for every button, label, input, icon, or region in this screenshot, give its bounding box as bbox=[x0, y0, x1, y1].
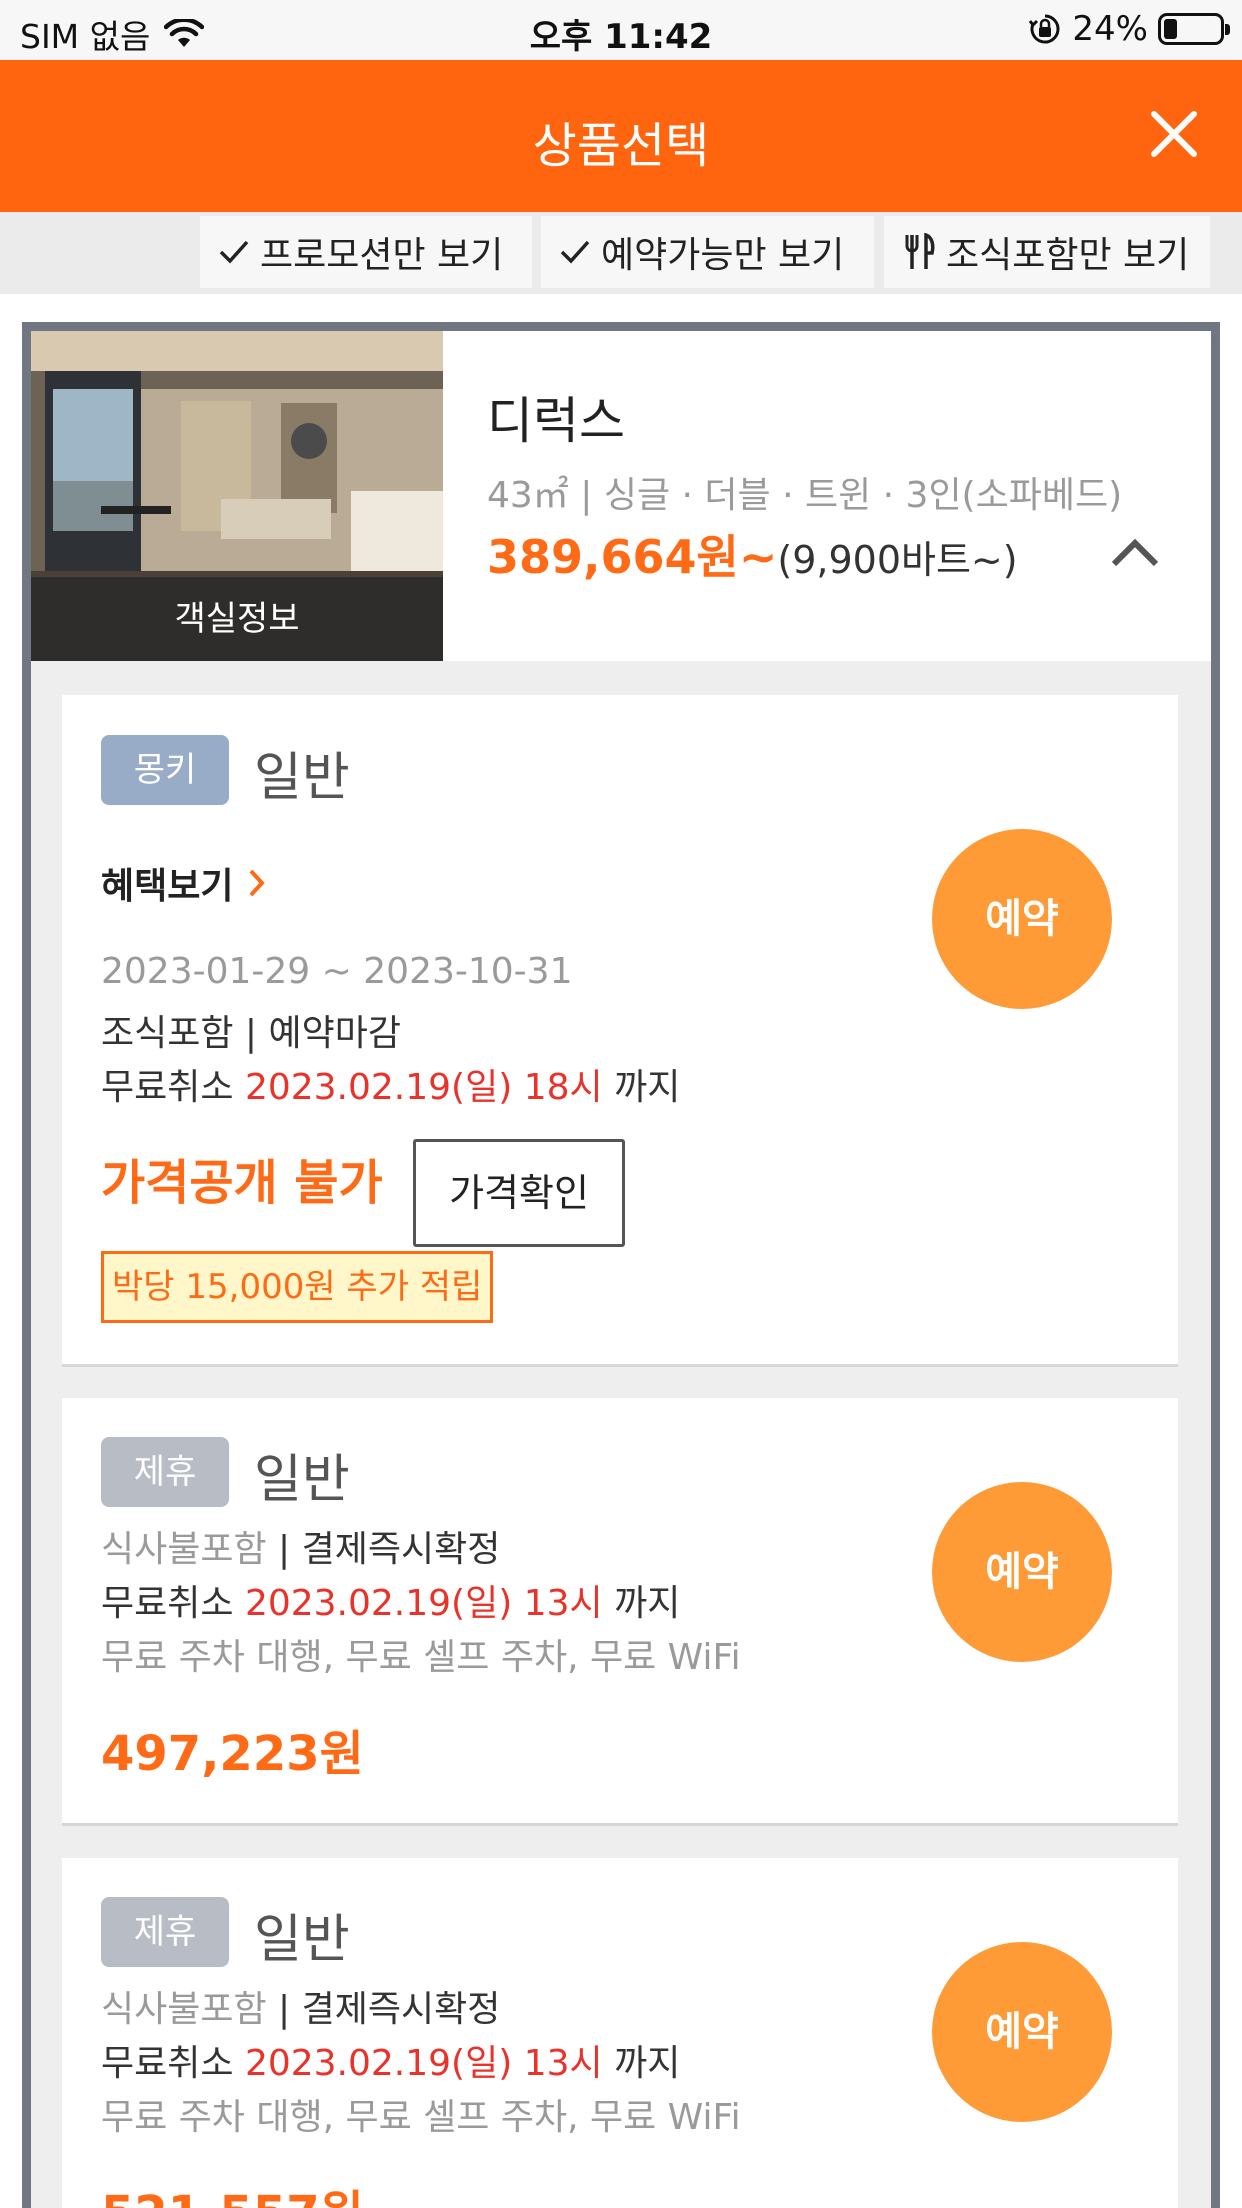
check-icon bbox=[219, 240, 249, 264]
benefit-link[interactable]: 혜택보기 bbox=[101, 857, 267, 909]
room-summary[interactable]: 객실정보 디럭스 43㎡ | 싱글 · 더블 · 트윈 · 3인(소파베드) 3… bbox=[31, 331, 1211, 661]
cancel-date: 2023.02.19(일) 13시 bbox=[244, 2043, 603, 2084]
filter-available-only[interactable]: 예약가능만 보기 bbox=[541, 216, 874, 288]
cancel-suffix: 까지 bbox=[602, 2043, 681, 2084]
offer-badge: 몽키 bbox=[101, 735, 229, 805]
cancel-suffix: 까지 bbox=[602, 1583, 681, 1624]
free-cancel-info: 무료취소 2023.02.19(일) 13시 까지 bbox=[101, 1574, 680, 1626]
room-specs: 43㎡ | 싱글 · 더블 · 트윈 · 3인(소파베드) bbox=[487, 475, 1123, 516]
booking-status: 예약마감 bbox=[268, 1013, 401, 1054]
offer-type: 일반 bbox=[254, 748, 350, 808]
price-unavailable: 가격공개 불가 bbox=[101, 1155, 383, 1211]
offer-conditions: 식사불포함 | 결제즉시확정 bbox=[101, 1520, 500, 1572]
amenities: 무료 주차 대행, 무료 셀프 주차, 무료 WiFi bbox=[101, 1637, 741, 1678]
offer-card: 몽키 일반 혜택보기 2023-01-29 ~ 2023-10-31 조식포함 … bbox=[62, 695, 1178, 1367]
filter-label: 조식포함만 보기 bbox=[946, 235, 1190, 276]
offer-price: 521,557원 bbox=[101, 2174, 364, 2208]
battery-percent: 24% bbox=[1072, 9, 1148, 49]
filter-bar: 프로모션만 보기 예약가능만 보기 조식포함만 보기 bbox=[0, 212, 1242, 294]
reserve-button[interactable]: 예약 bbox=[932, 829, 1112, 1009]
reserve-button[interactable]: 예약 bbox=[932, 1942, 1112, 2122]
booking-status: 결제즉시확정 bbox=[301, 1529, 501, 1570]
separator: | bbox=[266, 1989, 302, 2030]
room-photo[interactable]: 객실정보 bbox=[31, 331, 443, 661]
rotation-lock-icon bbox=[1029, 14, 1060, 44]
filter-label: 예약가능만 보기 bbox=[601, 235, 845, 276]
cancel-prefix: 무료취소 bbox=[101, 2043, 245, 2084]
amenities: 무료 주차 대행, 무료 셀프 주차, 무료 WiFi bbox=[101, 2097, 741, 2138]
offer-card: 제휴 일반 식사불포함 | 결제즉시확정 무료취소 2023.02.19(일) … bbox=[62, 1858, 1178, 2208]
room-price: 389,664원~(9,900바트~) bbox=[487, 521, 1018, 587]
cancel-date: 2023.02.19(일) 13시 bbox=[244, 1583, 603, 1624]
separator: | bbox=[233, 1013, 269, 1054]
cancel-suffix: 까지 bbox=[602, 1067, 681, 1108]
offer-card: 제휴 일반 식사불포함 | 결제즉시확정 무료취소 2023.02.19(일) … bbox=[62, 1398, 1178, 1826]
offer-badge: 제휴 bbox=[101, 1897, 229, 1967]
room-price-value: 389,664원~ bbox=[487, 530, 778, 584]
points-badge: 박당 15,000원 추가 적립 bbox=[101, 1251, 494, 1323]
meal-info: 식사불포함 bbox=[101, 1529, 267, 1570]
free-cancel-info: 무료취소 2023.02.19(일) 18시 까지 bbox=[101, 1058, 680, 1110]
battery-level bbox=[1164, 19, 1177, 39]
utensils-icon bbox=[905, 233, 935, 269]
room-price-baht: (9,900바트~) bbox=[777, 538, 1018, 582]
room-name: 디럭스 bbox=[487, 392, 625, 450]
header: 상품선택 bbox=[0, 60, 1242, 212]
benefit-label: 혜택보기 bbox=[101, 866, 234, 907]
status-right: 24% bbox=[1028, 9, 1230, 49]
offer-price: 497,223원 bbox=[101, 1726, 364, 1782]
cancel-prefix: 무료취소 bbox=[101, 1067, 245, 1108]
check-icon bbox=[560, 240, 590, 264]
reserve-button[interactable]: 예약 bbox=[932, 1482, 1112, 1662]
meal-info: 식사불포함 bbox=[101, 1989, 267, 2030]
booking-status: 결제즉시확정 bbox=[301, 1989, 501, 2030]
filter-label: 프로모션만 보기 bbox=[260, 235, 504, 276]
free-cancel-info: 무료취소 2023.02.19(일) 13시 까지 bbox=[101, 2034, 680, 2086]
cancel-prefix: 무료취소 bbox=[101, 1583, 245, 1624]
filter-promotion-only[interactable]: 프로모션만 보기 bbox=[200, 216, 532, 288]
chevron-up-icon[interactable] bbox=[1109, 535, 1161, 569]
offer-period: 2023-01-29 ~ 2023-10-31 bbox=[101, 951, 573, 992]
room-list: 객실정보 디럭스 43㎡ | 싱글 · 더블 · 트윈 · 3인(소파베드) 3… bbox=[22, 322, 1220, 2208]
price-check-button[interactable]: 가격확인 bbox=[413, 1139, 625, 1247]
cancel-date: 2023.02.19(일) 18시 bbox=[244, 1067, 603, 1108]
offer-type: 일반 bbox=[254, 1450, 350, 1510]
offer-conditions: 식사불포함 | 결제즉시확정 bbox=[101, 1980, 500, 2032]
offer-conditions: 조식포함 | 예약마감 bbox=[101, 1004, 401, 1056]
close-icon[interactable] bbox=[1142, 102, 1206, 166]
separator: | bbox=[266, 1529, 302, 1570]
status-bar: SIM 없음 오후 11:42 24% bbox=[0, 0, 1242, 60]
offer-badge: 제휴 bbox=[101, 1437, 229, 1507]
meal-info: 조식포함 bbox=[101, 1013, 234, 1054]
filter-breakfast-only[interactable]: 조식포함만 보기 bbox=[884, 216, 1210, 288]
chevron-right-icon bbox=[250, 869, 266, 897]
offer-type: 일반 bbox=[254, 1910, 350, 1970]
page-title: 상품선택 bbox=[532, 118, 710, 174]
battery-icon bbox=[1158, 13, 1230, 45]
room-info-label: 객실정보 bbox=[31, 577, 443, 661]
